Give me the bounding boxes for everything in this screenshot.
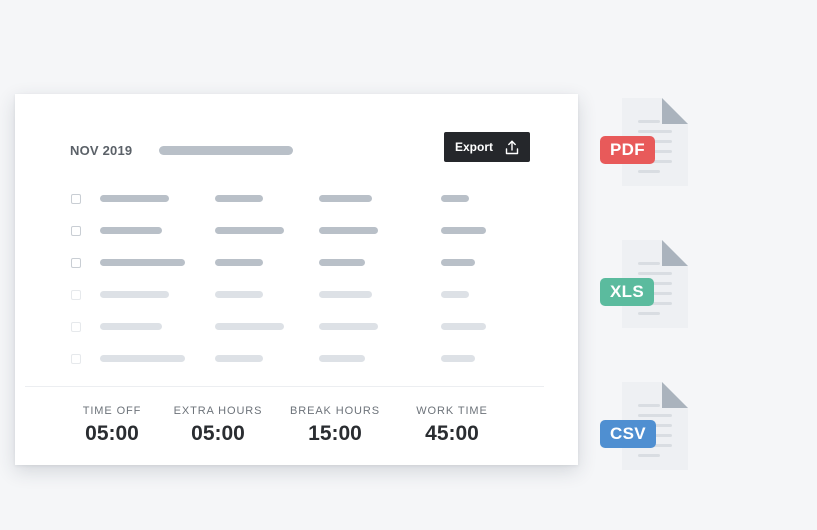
cell-placeholder xyxy=(215,323,284,330)
table-row[interactable] xyxy=(15,225,578,237)
cell-placeholder xyxy=(441,355,475,362)
stat-break-hours: BREAK HOURS 15:00 xyxy=(282,405,388,446)
cell-placeholder xyxy=(319,259,365,266)
cell-placeholder xyxy=(441,323,486,330)
row-checkbox[interactable] xyxy=(71,322,81,332)
cell-placeholder xyxy=(441,291,469,298)
row-checkbox[interactable] xyxy=(71,258,81,268)
timesheet-card: NOV 2019 Export TIME OFF 05:00 EXTRA HOU… xyxy=(15,94,578,465)
pdf-file-option[interactable]: PDF xyxy=(600,98,690,190)
cell-placeholder xyxy=(319,291,372,298)
cell-placeholder xyxy=(100,291,169,298)
table-row[interactable] xyxy=(15,353,578,365)
cell-placeholder xyxy=(441,227,486,234)
cell-placeholder xyxy=(319,355,365,362)
row-checkbox[interactable] xyxy=(71,226,81,236)
table-row[interactable] xyxy=(15,193,578,205)
csv-file-option[interactable]: CSV xyxy=(600,382,690,474)
cell-placeholder xyxy=(441,195,469,202)
table-row[interactable] xyxy=(15,289,578,301)
cell-placeholder xyxy=(215,355,263,362)
cell-placeholder xyxy=(319,227,378,234)
stat-value: 45:00 xyxy=(425,422,479,445)
csv-badge: CSV xyxy=(600,420,656,448)
stat-value: 15:00 xyxy=(308,422,362,445)
cell-placeholder xyxy=(319,323,378,330)
pdf-badge: PDF xyxy=(600,136,655,164)
xls-file-option[interactable]: XLS xyxy=(600,240,690,332)
cell-placeholder xyxy=(215,291,263,298)
export-label: Export xyxy=(454,140,493,154)
export-button[interactable]: Export xyxy=(444,132,530,162)
cell-placeholder xyxy=(215,227,284,234)
cell-placeholder xyxy=(441,259,475,266)
cell-placeholder xyxy=(319,195,372,202)
stat-label: WORK TIME xyxy=(416,405,488,417)
cell-placeholder xyxy=(215,195,263,202)
stat-extra-hours: EXTRA HOURS 05:00 xyxy=(165,405,271,446)
cell-placeholder xyxy=(100,259,185,266)
stat-label: BREAK HOURS xyxy=(290,405,380,417)
row-checkbox[interactable] xyxy=(71,354,81,364)
stat-value: 05:00 xyxy=(191,422,245,445)
row-checkbox[interactable] xyxy=(71,290,81,300)
row-checkbox[interactable] xyxy=(71,194,81,204)
table-row[interactable] xyxy=(15,321,578,333)
upload-icon xyxy=(505,140,519,154)
cell-placeholder xyxy=(100,323,162,330)
stat-time-off: TIME OFF 05:00 xyxy=(67,405,157,446)
report-month: NOV 2019 xyxy=(70,143,133,158)
cell-placeholder xyxy=(215,259,263,266)
stat-label: TIME OFF xyxy=(82,405,142,417)
cell-placeholder xyxy=(100,195,169,202)
cell-placeholder xyxy=(100,355,185,362)
divider xyxy=(25,386,544,387)
cell-placeholder xyxy=(100,227,162,234)
stat-label: EXTRA HOURS xyxy=(173,405,263,417)
table-row[interactable] xyxy=(15,257,578,269)
xls-badge: XLS xyxy=(600,278,654,306)
stat-value: 05:00 xyxy=(85,422,139,445)
stat-work-time: WORK TIME 45:00 xyxy=(405,405,499,446)
title-placeholder xyxy=(159,146,293,155)
